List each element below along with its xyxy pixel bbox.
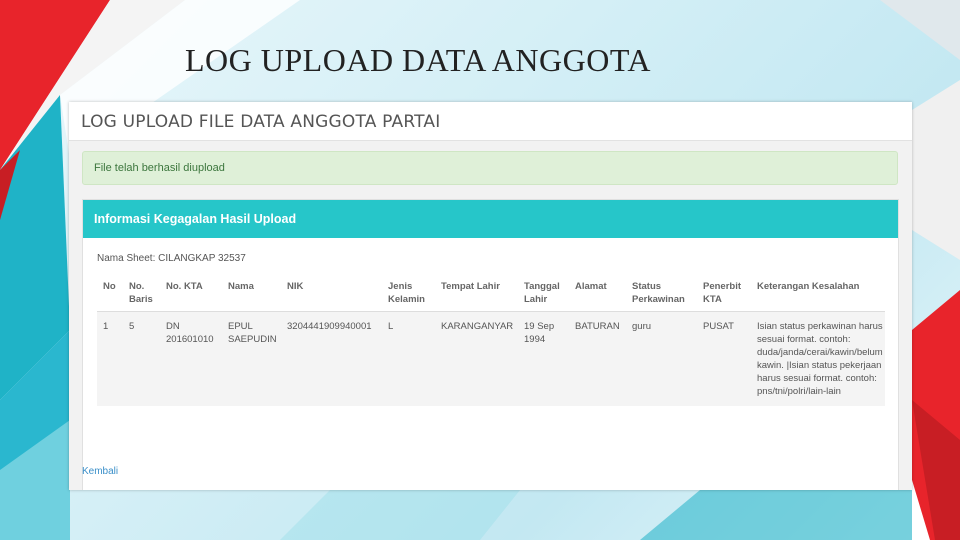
page-header: LOG UPLOAD FILE DATA ANGGOTA PARTAI: [69, 102, 912, 141]
table-cell: 5: [123, 311, 160, 406]
table-container: No No. Baris No. KTA Nama NIK Jenis Kela…: [97, 276, 885, 490]
column-header: No. Baris: [123, 276, 160, 312]
column-header: Keterangan Kesalahan: [751, 276, 885, 312]
column-header: No. KTA: [160, 276, 222, 312]
back-link[interactable]: Kembali: [82, 466, 118, 477]
slide-title: LOG UPLOAD DATA ANGGOTA: [185, 42, 651, 78]
panel-title: Informasi Kegagalan Hasil Upload: [94, 212, 297, 226]
table-cell: 19 Sep 1994: [518, 311, 569, 406]
table-cell: Isian status perkawinan harus sesuai for…: [751, 311, 885, 406]
sheet-name: Nama Sheet: CILANGKAP 32537: [97, 253, 246, 264]
table-row: 1 5 DN 201601010 EPUL SAEPUDIN 320444190…: [97, 311, 885, 406]
success-alert: File telah berhasil diupload: [82, 151, 898, 185]
column-header: Tanggal Lahir: [518, 276, 569, 312]
table-cell: KARANGANYAR: [435, 311, 518, 406]
column-header: Jenis Kelamin: [382, 276, 435, 312]
column-header: Alamat: [569, 276, 626, 312]
table-cell: BATURAN: [569, 311, 626, 406]
column-header: Nama: [222, 276, 281, 312]
table-cell: EPUL SAEPUDIN: [222, 311, 281, 406]
column-header: Status Perkawinan: [626, 276, 697, 312]
column-header: No: [97, 276, 123, 312]
table-cell: guru: [626, 311, 697, 406]
table-header-row: No No. Baris No. KTA Nama NIK Jenis Kela…: [97, 276, 885, 312]
app-screenshot: LOG UPLOAD FILE DATA ANGGOTA PARTAI File…: [69, 102, 912, 490]
panel-header: Informasi Kegagalan Hasil Upload: [83, 200, 898, 238]
table-cell: 1: [97, 311, 123, 406]
table-cell: PUSAT: [697, 311, 751, 406]
table-cell: 3204441909940001: [281, 311, 382, 406]
table-cell: DN 201601010: [160, 311, 222, 406]
page-title: LOG UPLOAD FILE DATA ANGGOTA PARTAI: [81, 112, 441, 132]
alert-message: File telah berhasil diupload: [94, 162, 225, 174]
column-header: Penerbit KTA: [697, 276, 751, 312]
column-header: Tempat Lahir: [435, 276, 518, 312]
upload-failure-panel: Informasi Kegagalan Hasil Upload Nama Sh…: [82, 199, 899, 490]
failure-table: No No. Baris No. KTA Nama NIK Jenis Kela…: [97, 276, 885, 406]
table-cell: L: [382, 311, 435, 406]
column-header: NIK: [281, 276, 382, 312]
